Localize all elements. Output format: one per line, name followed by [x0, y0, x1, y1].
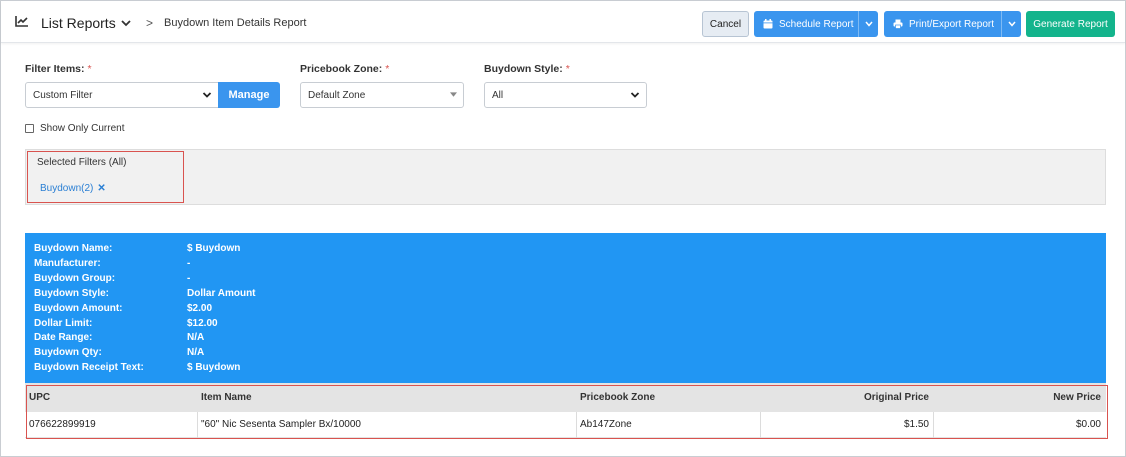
- chevron-down-icon: [864, 21, 873, 27]
- chevron-down-icon: [630, 92, 640, 98]
- caret-down-icon: [450, 92, 457, 97]
- required-marker: *: [87, 63, 92, 75]
- filter-items-value: Custom Filter: [33, 89, 93, 101]
- generate-report-label: Generate Report: [1033, 18, 1108, 30]
- manage-button-label: Manage: [228, 89, 270, 101]
- required-marker: *: [565, 63, 570, 75]
- schedule-report-button[interactable]: Schedule Report: [754, 11, 878, 37]
- selected-filters-panel: [25, 149, 1106, 205]
- buydown-info-value: $12.00: [187, 318, 218, 329]
- pricebook-zone-select[interactable]: Default Zone: [300, 82, 464, 108]
- buydown-style-label-text: Buydown Style:: [484, 63, 563, 75]
- top-bar: List Reports > Buydown Item Details Repo…: [1, 1, 1125, 43]
- breadcrumb: Buydown Item Details Report: [164, 17, 307, 29]
- buydown-info-value: -: [187, 273, 191, 284]
- buydown-info-value: Dollar Amount: [187, 288, 256, 299]
- close-icon[interactable]: ✕: [97, 183, 105, 194]
- generate-report-button[interactable]: Generate Report: [1026, 11, 1115, 37]
- filter-items-label: Filter Items: *: [25, 63, 92, 75]
- buydown-info-value: $ Buydown: [187, 362, 241, 373]
- buydown-info-value: -: [187, 258, 191, 269]
- buydown-info-label: Buydown Style:: [34, 288, 110, 299]
- print-export-button[interactable]: Print/Export Report: [884, 11, 1021, 37]
- cancel-button-label: Cancel: [709, 18, 742, 30]
- required-marker: *: [385, 63, 390, 75]
- table-highlight: [26, 385, 1108, 439]
- buydown-info-value: N/A: [187, 332, 205, 343]
- buydown-info-value: N/A: [187, 347, 205, 358]
- filter-items-label-text: Filter Items:: [25, 63, 85, 75]
- buydown-style-value: All: [492, 89, 504, 101]
- chevron-down-icon[interactable]: [120, 18, 132, 28]
- buydown-info-value: $2.00: [187, 303, 213, 314]
- show-only-current-label: Show Only Current: [40, 123, 125, 134]
- show-only-current-toggle[interactable]: Show Only Current: [25, 123, 124, 134]
- buydown-info-label: Buydown Name:: [34, 243, 113, 254]
- print-dropdown-toggle[interactable]: [1001, 11, 1021, 37]
- buydown-info-label: Buydown Amount:: [34, 303, 123, 314]
- schedule-report-label: Schedule Report: [779, 18, 854, 30]
- buydown-info-label: Buydown Qty:: [34, 347, 102, 358]
- print-export-label: Print/Export Report: [909, 18, 995, 30]
- filter-tag-buydown[interactable]: Buydown(2) ✕: [40, 183, 106, 194]
- schedule-dropdown-toggle[interactable]: [858, 11, 878, 37]
- manage-button[interactable]: Manage: [218, 82, 280, 108]
- pricebook-zone-label-text: Pricebook Zone:: [300, 63, 383, 75]
- buydown-info-label: Buydown Receipt Text:: [34, 362, 144, 373]
- calendar-icon: [763, 19, 773, 29]
- pricebook-zone-value: Default Zone: [308, 89, 366, 101]
- buydown-style-label: Buydown Style: *: [484, 63, 570, 75]
- filter-tag-label: Buydown(2): [40, 183, 94, 194]
- pricebook-zone-label: Pricebook Zone: *: [300, 63, 389, 75]
- buydown-info-label: Manufacturer:: [34, 258, 101, 269]
- breadcrumb-separator-icon: >: [146, 16, 154, 30]
- selected-filters-title: Selected Filters (All): [37, 157, 127, 168]
- buydown-info-label: Date Range:: [34, 332, 93, 343]
- chevron-down-icon: [1007, 21, 1016, 27]
- chevron-down-icon: [202, 92, 212, 98]
- filter-items-select[interactable]: Custom Filter: [25, 82, 219, 108]
- buydown-info-value: $ Buydown: [187, 243, 241, 254]
- buydown-info-label: Buydown Group:: [34, 273, 116, 284]
- page-title[interactable]: List Reports: [41, 15, 116, 31]
- buydown-info-label: Dollar Limit:: [34, 318, 93, 329]
- buydown-style-select[interactable]: All: [484, 82, 647, 108]
- printer-icon: [893, 19, 903, 29]
- cancel-button[interactable]: Cancel: [702, 11, 749, 37]
- show-only-current-checkbox[interactable]: [25, 124, 34, 133]
- line-chart-icon: [15, 16, 28, 27]
